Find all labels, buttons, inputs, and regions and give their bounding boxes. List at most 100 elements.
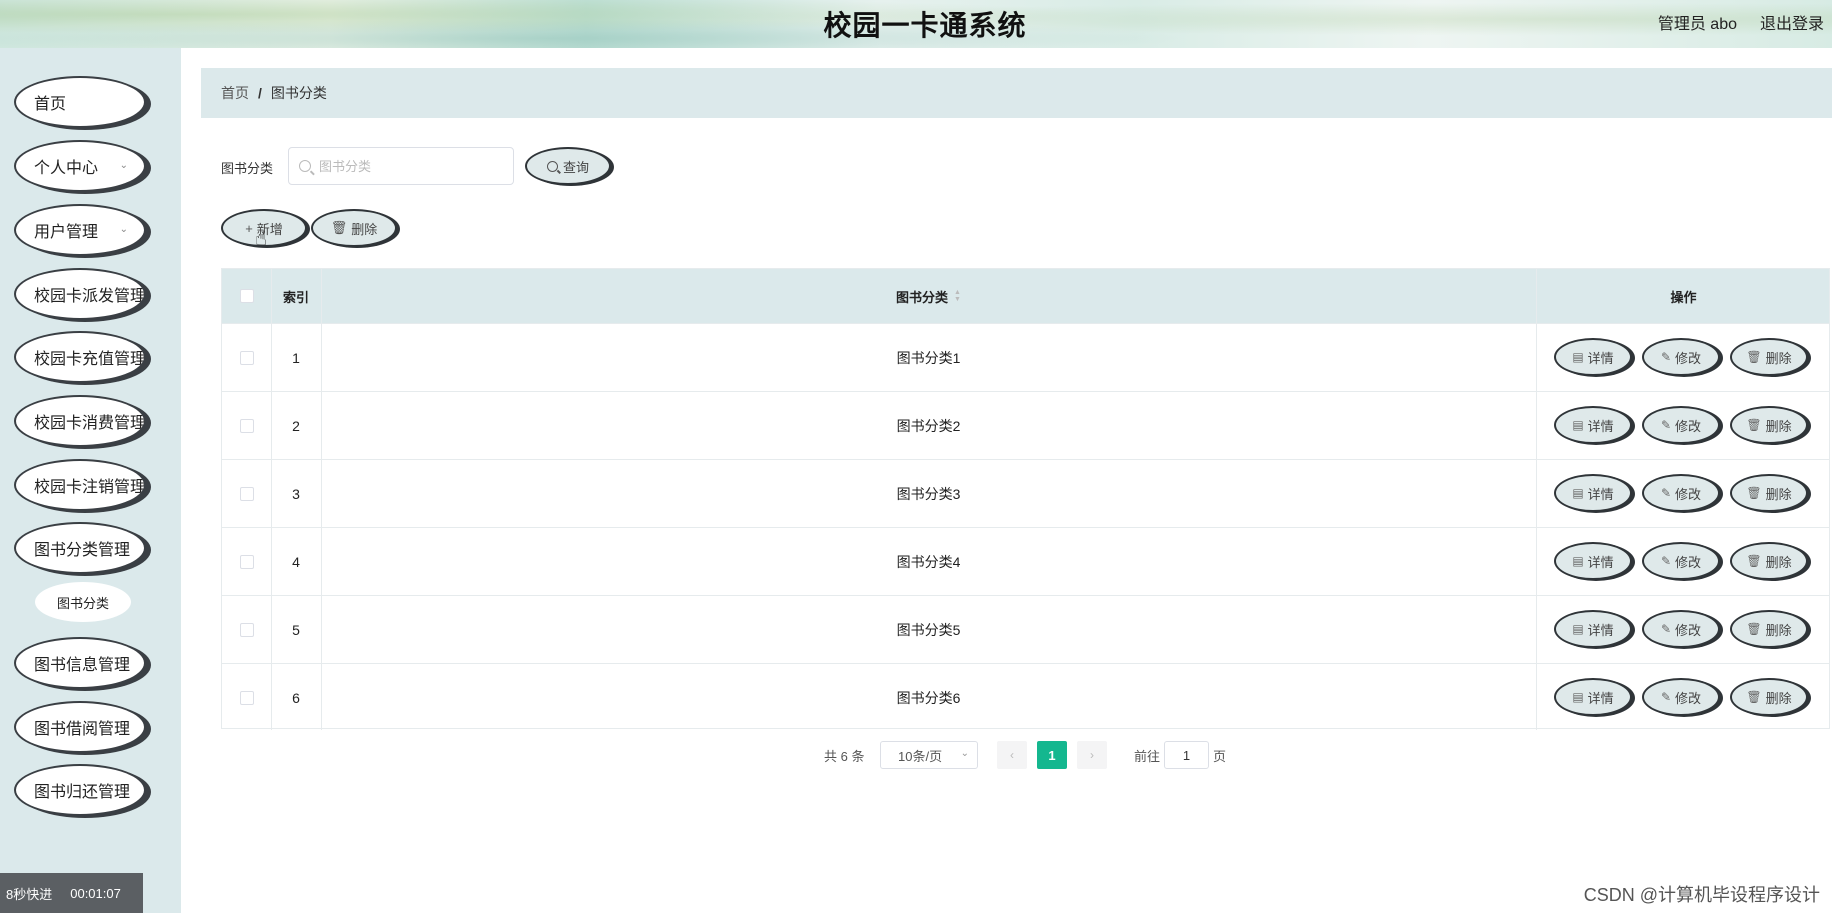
delete-button-label: 删除 xyxy=(1765,622,1792,638)
trash-icon: 🗑 xyxy=(1746,486,1762,500)
trash-icon: 🗑 xyxy=(1746,350,1762,364)
row-checkbox[interactable] xyxy=(239,622,254,637)
goto-label: 前往 xyxy=(1134,748,1161,764)
column-header-category-label: 图书分类 xyxy=(896,289,949,305)
row-checkbox[interactable] xyxy=(239,554,254,569)
delete-button-label: 删除 xyxy=(1765,350,1792,366)
sidebar-item-book-borrow[interactable]: 图书借阅管理 xyxy=(14,701,146,753)
detail-button[interactable]: ▤ 详情 xyxy=(1554,338,1632,376)
search-button[interactable]: 查询 xyxy=(525,147,611,185)
sidebar-item-home[interactable]: 首页 xyxy=(14,76,146,128)
pencil-icon: ✎ xyxy=(1660,486,1672,500)
row-index: 3 xyxy=(292,485,300,502)
column-header-actions: 操作 xyxy=(1670,289,1697,305)
table-row: 3 图书分类3 ▤ 详情 ✎ 修改 🗑 删除 xyxy=(222,459,1829,527)
chevron-down-icon: ⌄ xyxy=(119,160,128,171)
batch-delete-button[interactable]: 🗑 删除 xyxy=(311,209,397,247)
row-checkbox[interactable] xyxy=(239,690,254,705)
chevron-down-icon: ⌄ xyxy=(960,748,969,759)
delete-button[interactable]: 🗑 删除 xyxy=(1730,338,1808,376)
row-checkbox[interactable] xyxy=(239,350,254,365)
sidebar-item-book-return[interactable]: 图书归还管理 xyxy=(14,764,146,816)
delete-button[interactable]: 🗑 删除 xyxy=(1730,406,1808,444)
chevron-down-icon: ⌄ xyxy=(119,224,128,235)
row-index: 2 xyxy=(292,417,300,434)
detail-button-label: 详情 xyxy=(1587,622,1614,638)
sidebar-item-book-info[interactable]: 图书信息管理 xyxy=(14,637,146,689)
row-select-cell xyxy=(222,460,271,527)
row-select-cell xyxy=(222,596,271,663)
trash-icon: 🗑 xyxy=(1746,622,1762,636)
edit-button[interactable]: ✎ 修改 xyxy=(1642,474,1720,512)
sidebar: 首页 个人中心 ⌄ 用户管理 ⌄ 校园卡派发管理 校园卡充值管理 校园卡消费管理 校… xyxy=(0,48,181,913)
goto-page-input[interactable] xyxy=(1164,741,1209,769)
sidebar-item-label: 校园卡消费管理 xyxy=(34,415,146,432)
row-index: 5 xyxy=(292,621,300,638)
search-field[interactable] xyxy=(288,147,514,185)
sidebar-item-label: 图书信息管理 xyxy=(34,657,131,674)
pagination-total: 共 6 条 xyxy=(824,748,865,764)
detail-button-label: 详情 xyxy=(1587,418,1614,434)
row-index: 6 xyxy=(292,689,300,706)
edit-button[interactable]: ✎ 修改 xyxy=(1642,542,1720,580)
plus-icon: + xyxy=(245,220,253,236)
prev-page-button[interactable]: ‹ xyxy=(997,741,1027,769)
sidebar-item-user-management[interactable]: 用户管理 ⌄ xyxy=(14,204,146,256)
detail-button[interactable]: ▤ 详情 xyxy=(1554,406,1632,444)
sidebar-item-card-issue[interactable]: 校园卡派发管理 xyxy=(14,268,146,320)
row-category: 图书分类5 xyxy=(896,621,961,638)
sidebar-item-book-category[interactable]: 图书分类管理 xyxy=(14,522,146,574)
delete-button-label: 删除 xyxy=(1765,554,1792,570)
edit-button[interactable]: ✎ 修改 xyxy=(1642,406,1720,444)
delete-button[interactable]: 🗑 删除 xyxy=(1730,610,1808,648)
page-number-current[interactable]: 1 xyxy=(1037,741,1067,769)
breadcrumb-current: 图书分类 xyxy=(270,85,327,101)
breadcrumb-separator: / xyxy=(258,85,262,101)
search-icon xyxy=(299,160,311,172)
sidebar-item-label: 图书归还管理 xyxy=(34,784,131,801)
time-label: 00:01:07 xyxy=(70,885,121,901)
select-all-checkbox[interactable] xyxy=(239,289,254,303)
chevron-right-icon: › xyxy=(1090,748,1094,762)
sidebar-item-card-consume[interactable]: 校园卡消费管理 xyxy=(14,395,146,447)
row-select-cell xyxy=(222,324,271,391)
delete-button[interactable]: 🗑 删除 xyxy=(1730,542,1808,580)
sidebar-item-label: 个人中心 xyxy=(34,160,99,177)
delete-button[interactable]: 🗑 删除 xyxy=(1730,678,1808,716)
row-checkbox[interactable] xyxy=(239,418,254,433)
row-checkbox[interactable] xyxy=(239,486,254,501)
hand-cursor-icon: ☝ xyxy=(255,228,268,250)
detail-button-label: 详情 xyxy=(1587,690,1614,706)
sort-icon[interactable]: ▲ ▼ xyxy=(954,289,961,303)
edit-button[interactable]: ✎ 修改 xyxy=(1642,610,1720,648)
breadcrumb-home[interactable]: 首页 xyxy=(221,83,249,103)
table-row: 6 图书分类6 ▤ 详情 ✎ 修改 🗑 删除 xyxy=(222,663,1829,731)
delete-button-label: 删除 xyxy=(1765,486,1792,502)
detail-button[interactable]: ▤ 详情 xyxy=(1554,610,1632,648)
sidebar-subitem-book-category[interactable]: 图书分类 xyxy=(35,582,131,622)
category-table: 索引 图书分类 ▲ ▼ 操作 1 图书分类1 ▤ 详情 ✎ 修改 🗑 删除 2 图书分类… xyxy=(221,268,1830,731)
sidebar-item-personal-center[interactable]: 个人中心 ⌄ xyxy=(14,140,146,192)
row-select-cell xyxy=(222,528,271,595)
detail-button[interactable]: ▤ 详情 xyxy=(1554,474,1632,512)
search-input[interactable] xyxy=(319,158,499,174)
pencil-icon: ✎ xyxy=(1660,622,1672,636)
sidebar-item-card-cancel[interactable]: 校园卡注销管理 xyxy=(14,459,146,511)
column-header-category[interactable]: 图书分类 ▲ ▼ xyxy=(321,269,1536,323)
edit-button[interactable]: ✎ 修改 xyxy=(1642,678,1720,716)
logout-link[interactable]: 退出登录 xyxy=(1760,10,1824,34)
row-index: 4 xyxy=(292,553,300,570)
document-icon: ▤ xyxy=(1572,554,1584,568)
sidebar-item-card-recharge[interactable]: 校园卡充值管理 xyxy=(14,331,146,383)
detail-button[interactable]: ▤ 详情 xyxy=(1554,542,1632,580)
edit-button[interactable]: ✎ 修改 xyxy=(1642,338,1720,376)
delete-button[interactable]: 🗑 删除 xyxy=(1730,474,1808,512)
next-page-button[interactable]: › xyxy=(1077,741,1107,769)
admin-username: 管理员 abo xyxy=(1657,16,1737,33)
pencil-icon: ✎ xyxy=(1660,418,1672,432)
delete-button-label: 删除 xyxy=(1765,418,1792,434)
row-index: 1 xyxy=(292,349,300,366)
detail-button[interactable]: ▤ 详情 xyxy=(1554,678,1632,716)
row-category: 图书分类6 xyxy=(896,689,961,706)
page-size-select[interactable]: 10条/页 ⌄ xyxy=(880,741,978,769)
